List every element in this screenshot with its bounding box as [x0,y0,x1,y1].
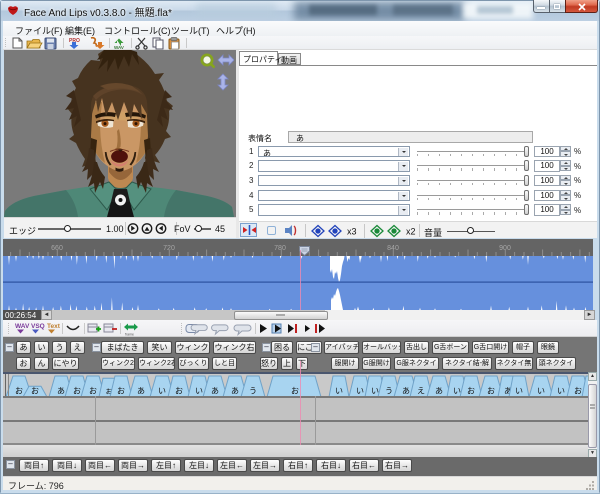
svg-text:お: お [467,387,475,396]
svg-text:x2: x2 [406,226,416,236]
svg-text:お: お [15,387,23,396]
svg-text:い: い [335,387,343,396]
svg-text:お: お [89,387,97,396]
svg-text:x3: x3 [347,226,357,236]
svg-text:frame: frame [125,333,134,337]
svg-text:あ: あ [231,387,239,396]
svg-text:お: お [175,387,183,396]
svg-text:VSQ: VSQ [31,323,45,330]
svg-text:い: い [356,387,364,396]
svg-text:あ: あ [402,387,410,396]
svg-text:い: い [515,387,523,396]
svg-text:う: う [249,387,257,396]
svg-text:あ: あ [211,387,219,396]
svg-text:780: 780 [274,245,286,252]
svg-text:え: え [417,387,425,396]
svg-text:い: い [537,387,545,396]
svg-text:あ: あ [435,387,443,396]
svg-text:お: お [291,387,299,396]
svg-text:う: う [385,387,393,396]
svg-text:あ: あ [137,387,145,396]
svg-text:WAV: WAV [15,323,30,330]
svg-text:お: お [73,387,81,396]
svg-text:い: い [158,387,166,396]
svg-text:お: お [487,387,495,396]
svg-text:あ: あ [57,387,65,396]
svg-text:い: い [371,387,379,396]
svg-text:い: い [557,387,565,396]
svg-text:お: お [574,387,582,396]
svg-text:い: い [453,387,461,396]
svg-text:お: お [31,387,39,396]
svg-text:Text: Text [47,323,61,330]
svg-text:い: い [195,387,203,396]
svg-text:お: お [117,387,125,396]
